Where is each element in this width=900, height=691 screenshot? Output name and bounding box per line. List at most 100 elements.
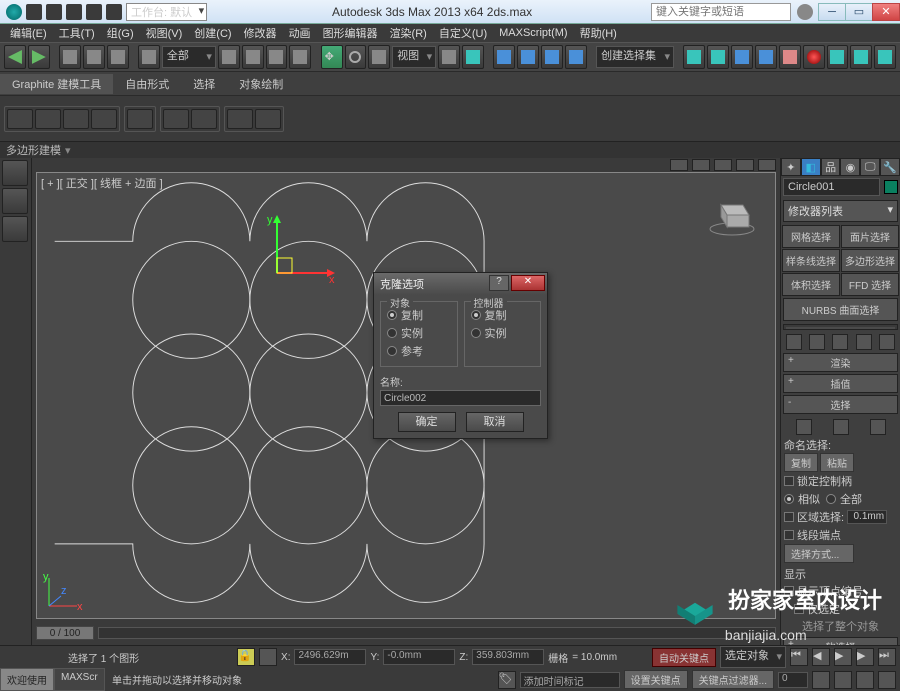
unlink-button[interactable]	[83, 45, 105, 69]
rotate-button[interactable]	[345, 45, 367, 69]
ribbon-btn-4[interactable]	[91, 109, 117, 129]
curve-editor-button[interactable]	[755, 45, 777, 69]
play-prev-icon[interactable]: ◀	[812, 648, 830, 666]
play-icon[interactable]: ▶	[834, 648, 852, 666]
help-search[interactable]	[651, 3, 791, 21]
ribbon-btn-6[interactable]	[163, 109, 189, 129]
current-frame[interactable]: 0	[778, 672, 808, 688]
qat-undo-icon[interactable]	[86, 4, 102, 20]
close-button[interactable]: ✕	[872, 3, 900, 21]
refcoord-combo[interactable]: 视图	[392, 46, 436, 68]
menu-views[interactable]: 视图(V)	[140, 25, 189, 41]
stack-remove-icon[interactable]	[856, 334, 872, 350]
modifier-list-combo[interactable]: 修改器列表▾	[783, 200, 898, 222]
nav-pan-icon[interactable]	[812, 671, 830, 689]
vp-max-icon[interactable]	[736, 159, 754, 171]
percent-snap-button[interactable]	[541, 45, 563, 69]
obj-copy-radio[interactable]	[387, 310, 397, 320]
render-frame-button[interactable]	[850, 45, 872, 69]
coord-z[interactable]: 359.803mm	[472, 649, 544, 665]
transform-gizmo[interactable]: x y	[257, 213, 337, 293]
tab-welcome[interactable]: 欢迎使用	[0, 668, 54, 691]
ribbon-btn-2[interactable]	[35, 109, 61, 129]
selection-filter-combo[interactable]: 全部	[162, 46, 216, 68]
radio-all[interactable]	[826, 494, 836, 504]
pivot-button[interactable]	[438, 45, 460, 69]
angle-snap-button[interactable]	[517, 45, 539, 69]
qat-redo-icon[interactable]	[106, 4, 122, 20]
named-sel-combo[interactable]: 创建选择集	[596, 46, 674, 68]
sel-nurbs-button[interactable]: NURBS 曲面选择	[783, 298, 898, 321]
object-color-swatch[interactable]	[884, 180, 898, 194]
qat-open-icon[interactable]	[46, 4, 62, 20]
rollout-interp[interactable]: 插值	[783, 374, 898, 393]
move-button[interactable]: ✥	[321, 45, 343, 69]
cmd-tab-motion[interactable]: ◉	[840, 158, 860, 176]
sel-patch-button[interactable]: 面片选择	[841, 225, 899, 248]
subobj-vertex-icon[interactable]	[796, 419, 812, 435]
workspace-combo[interactable]: 工作台: 默认	[126, 3, 207, 21]
ctrl-copy-radio[interactable]	[471, 310, 481, 320]
dialog-help-button[interactable]: ?	[489, 275, 509, 291]
object-name-field[interactable]: Circle001	[783, 178, 880, 196]
lt-1[interactable]	[2, 160, 28, 186]
coord-x[interactable]: 2496.629m	[294, 649, 366, 665]
ribbon-tab-selection[interactable]: 选择	[181, 74, 227, 94]
vp-layout-icon[interactable]	[670, 159, 688, 171]
align-button[interactable]	[707, 45, 729, 69]
time-tag-icon[interactable]: 🏷	[498, 671, 516, 689]
vp-cfg-icon[interactable]	[714, 159, 732, 171]
maximize-button[interactable]: ▭	[845, 3, 873, 21]
ribbon-btn-1[interactable]	[7, 109, 33, 129]
select-region-button[interactable]	[266, 45, 288, 69]
select-object-button[interactable]	[218, 45, 240, 69]
nav-zoom-icon[interactable]	[834, 671, 852, 689]
mat-editor-button[interactable]	[803, 45, 825, 69]
coord-sys-icon[interactable]	[259, 648, 277, 666]
mirror-button[interactable]	[683, 45, 705, 69]
tab-maxscript[interactable]: MAXScr	[54, 668, 105, 691]
select-by-button[interactable]: 选择方式...	[784, 544, 854, 563]
paste-sel-button[interactable]: 粘贴	[820, 453, 854, 472]
nav-orbit-icon[interactable]	[856, 671, 874, 689]
menu-customize[interactable]: 自定义(U)	[433, 25, 493, 41]
undo-button[interactable]	[4, 45, 26, 69]
vp-misc-icon[interactable]	[758, 159, 776, 171]
stack-pin-icon[interactable]	[786, 334, 802, 350]
schematic-button[interactable]	[779, 45, 801, 69]
cmd-tab-display[interactable]: 🖵	[860, 158, 880, 176]
obj-instance-radio[interactable]	[387, 328, 397, 338]
ribbon-tab-objectpaint[interactable]: 对象绘制	[227, 74, 295, 94]
menu-group[interactable]: 组(G)	[101, 25, 140, 41]
dialog-titlebar[interactable]: 克隆选项 ? ✕	[374, 273, 547, 295]
modifier-stack[interactable]: ⊟ 可编辑样条线 ├ 顶点 ├ 线段 └ 样条线	[783, 324, 898, 330]
snap-button[interactable]	[493, 45, 515, 69]
dialog-ok-button[interactable]: 确定	[398, 412, 456, 432]
render-setup-button[interactable]	[827, 45, 849, 69]
qat-save-icon[interactable]	[66, 4, 82, 20]
sel-spline-button[interactable]: 样条线选择	[782, 249, 840, 272]
cmd-tab-modify[interactable]: ◧	[801, 158, 821, 176]
select-filter-button[interactable]	[138, 45, 160, 69]
app-icon[interactable]	[6, 4, 22, 20]
menu-modifiers[interactable]: 修改器	[238, 25, 283, 41]
lt-2[interactable]	[2, 188, 28, 214]
play-start-icon[interactable]: ⏮	[790, 648, 808, 666]
vp-shade-icon[interactable]	[692, 159, 710, 171]
keyfilter-button[interactable]: 关键点过滤器...	[692, 670, 774, 689]
key-target-combo[interactable]: 选定对象	[720, 646, 786, 668]
ribbon-btn-3[interactable]	[63, 109, 89, 129]
cmd-tab-hierarchy[interactable]: 品	[821, 158, 841, 176]
stack-show-icon[interactable]	[809, 334, 825, 350]
show-vnum-check[interactable]	[784, 586, 794, 596]
clone-name-input[interactable]	[380, 390, 541, 406]
ctrl-instance-radio[interactable]	[471, 328, 481, 338]
search-icon[interactable]	[797, 4, 813, 20]
render-button[interactable]	[874, 45, 896, 69]
stack-unique-icon[interactable]	[832, 334, 848, 350]
ribbon-tab-graphite[interactable]: Graphite 建模工具	[0, 74, 113, 94]
sel-ffd-button[interactable]: FFD 选择	[841, 273, 899, 296]
rollout-selection[interactable]: 选择	[783, 395, 898, 414]
menu-rendering[interactable]: 渲染(R)	[384, 25, 433, 41]
menu-animation[interactable]: 动画	[283, 25, 317, 41]
